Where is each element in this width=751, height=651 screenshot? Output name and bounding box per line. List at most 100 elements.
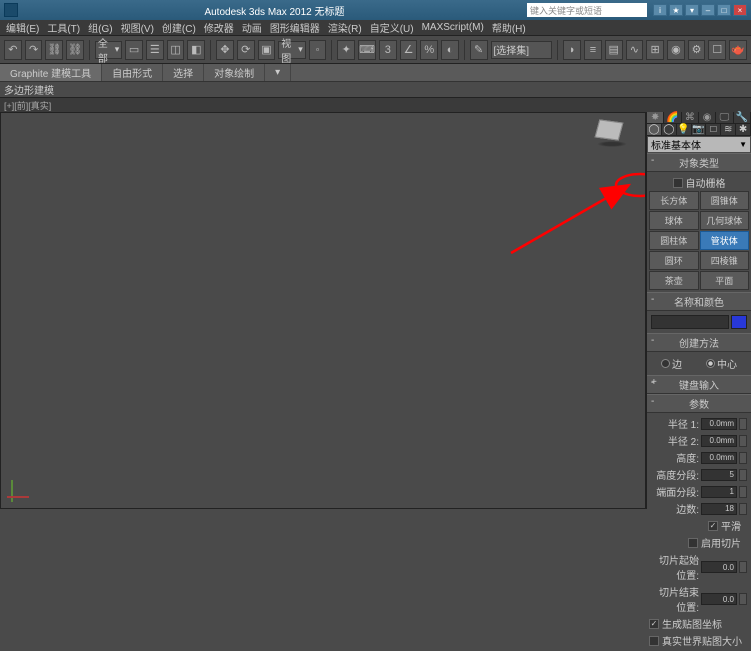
menu-modifiers[interactable]: 修改器 — [202, 20, 236, 35]
render-frame-button[interactable]: ☐ — [708, 40, 726, 60]
btn-torus[interactable]: 圆环 — [649, 251, 699, 270]
autogrid-checkbox[interactable] — [673, 178, 683, 188]
chk-slice[interactable] — [688, 538, 698, 548]
curve-editor-button[interactable]: ∿ — [626, 40, 644, 60]
ribbon-tab-paint[interactable]: 对象绘制 — [204, 64, 265, 81]
angle-snap-button[interactable]: ∠ — [400, 40, 418, 60]
cameras-subtab-icon[interactable]: 📷 — [692, 124, 707, 135]
subribbon-label[interactable]: 多边形建模 — [4, 82, 54, 97]
star-icon[interactable]: ★ — [669, 4, 683, 16]
select-object-button[interactable]: ▭ — [125, 40, 143, 60]
ribbon-tab-freeform[interactable]: 自由形式 — [102, 64, 163, 81]
menu-tools[interactable]: 工具(T) — [45, 20, 82, 35]
ribbon-tab-selection[interactable]: 选择 — [163, 64, 204, 81]
menu-help[interactable]: 帮助(H) — [490, 20, 528, 35]
close-button[interactable]: × — [733, 4, 747, 16]
menu-rendering[interactable]: 渲染(R) — [326, 20, 364, 35]
menu-group[interactable]: 组(G) — [86, 20, 114, 35]
keyboard-shortcut-button[interactable]: ⌨ — [358, 40, 376, 60]
signin-icon[interactable]: ▾ — [685, 4, 699, 16]
menu-views[interactable]: 视图(V) — [119, 20, 156, 35]
utilities-tab-icon[interactable]: 🔧 — [734, 112, 751, 123]
rotate-button[interactable]: ⟳ — [237, 40, 255, 60]
named-selection-dropdown[interactable]: [选择集] — [491, 41, 553, 59]
menu-graph-editors[interactable]: 图形编辑器 — [268, 20, 322, 35]
btn-geosphere[interactable]: 几何球体 — [700, 211, 750, 230]
ribbon-collapse-icon[interactable]: ▾ — [265, 64, 291, 81]
manipulate-button[interactable]: ✦ — [337, 40, 355, 60]
geometry-subtab-icon[interactable]: ◯ — [647, 124, 662, 135]
viewcube[interactable] — [597, 121, 627, 147]
help-search-input[interactable]: 键入关键字或短语 — [527, 3, 647, 17]
spinner-height[interactable]: 0.0mm — [701, 452, 737, 464]
btn-tube[interactable]: 管状体 — [700, 231, 750, 250]
lights-subtab-icon[interactable]: 💡 — [677, 124, 692, 135]
shapes-subtab-icon[interactable]: ◯ — [662, 124, 677, 135]
minimize-button[interactable]: – — [701, 4, 715, 16]
rollout-keyboard-entry[interactable]: +键盘输入 — [647, 375, 751, 394]
spinner-heightsegs[interactable]: 5 — [701, 469, 737, 481]
btn-cone[interactable]: 圆锥体 — [700, 191, 750, 210]
select-by-name-button[interactable]: ☰ — [146, 40, 164, 60]
spinner-capsegs[interactable]: 1 — [701, 486, 737, 498]
schematic-view-button[interactable]: ⊞ — [646, 40, 664, 60]
info-icon[interactable]: i — [653, 4, 667, 16]
helpers-subtab-icon[interactable]: □ — [706, 124, 721, 135]
viewport[interactable] — [0, 112, 646, 509]
spinner-radius2[interactable]: 0.0mm — [701, 435, 737, 447]
btn-plane[interactable]: 平面 — [700, 271, 750, 290]
move-button[interactable]: ✥ — [216, 40, 234, 60]
chk-mapcoords[interactable] — [649, 619, 659, 629]
btn-sphere[interactable]: 球体 — [649, 211, 699, 230]
app-icon[interactable] — [4, 3, 18, 17]
menu-customize[interactable]: 自定义(U) — [368, 20, 416, 35]
btn-box[interactable]: 长方体 — [649, 191, 699, 210]
chk-smooth[interactable] — [708, 521, 718, 531]
redo-button[interactable]: ↷ — [25, 40, 43, 60]
select-region-button[interactable]: ◫ — [167, 40, 185, 60]
menu-animation[interactable]: 动画 — [240, 20, 264, 35]
ref-coord-dropdown[interactable]: 视图 ▾ — [278, 41, 305, 59]
radio-center[interactable] — [706, 359, 715, 368]
ribbon-tab-graphite[interactable]: Graphite 建模工具 — [0, 64, 102, 81]
radio-edge[interactable] — [661, 359, 670, 368]
spinner-sliceto[interactable]: 0.0 — [701, 593, 737, 605]
rollout-name-color[interactable]: 名称和颜色 — [647, 292, 751, 311]
scale-button[interactable]: ▣ — [258, 40, 276, 60]
btn-pyramid[interactable]: 四棱锥 — [700, 251, 750, 270]
hierarchy-tab-icon[interactable]: ⌘ — [682, 112, 699, 123]
link-button[interactable]: ⛓ — [45, 40, 63, 60]
viewport-label[interactable]: [+][前][真实] — [0, 98, 751, 112]
mirror-button[interactable]: ◗ — [563, 40, 581, 60]
spinner-height-arrows[interactable] — [739, 452, 747, 464]
create-tab-icon[interactable]: ✸ — [647, 112, 664, 123]
spacewarps-subtab-icon[interactable]: ≋ — [721, 124, 736, 135]
btn-teapot[interactable]: 茶壶 — [649, 271, 699, 290]
object-color-swatch[interactable] — [731, 315, 747, 329]
undo-button[interactable]: ↶ — [4, 40, 22, 60]
chk-realworld[interactable] — [649, 636, 659, 646]
motion-tab-icon[interactable]: ◉ — [699, 112, 716, 123]
percent-snap-button[interactable]: % — [420, 40, 438, 60]
named-selection-edit-button[interactable]: ✎ — [470, 40, 488, 60]
category-dropdown[interactable]: 标准基本体▼ — [648, 137, 750, 152]
window-crossing-button[interactable]: ◧ — [187, 40, 205, 60]
object-name-input[interactable] — [651, 315, 729, 329]
snap-toggle-button[interactable]: 3 — [379, 40, 397, 60]
layers-button[interactable]: ▤ — [605, 40, 623, 60]
rollout-params[interactable]: 参数 — [647, 394, 751, 413]
selection-filter-dropdown[interactable]: 全部 ▾ — [95, 41, 122, 59]
btn-cylinder[interactable]: 圆柱体 — [649, 231, 699, 250]
menu-create[interactable]: 创建(C) — [160, 20, 198, 35]
maximize-button[interactable]: □ — [717, 4, 731, 16]
rollout-object-type[interactable]: 对象类型 — [647, 153, 751, 172]
render-setup-button[interactable]: ⚙ — [688, 40, 706, 60]
systems-subtab-icon[interactable]: ✱ — [736, 124, 751, 135]
spinner-radius1-arrows[interactable] — [739, 418, 747, 430]
spinner-snap-button[interactable]: ◐ — [441, 40, 459, 60]
spinner-radius1[interactable]: 0.0mm — [701, 418, 737, 430]
spinner-heightsegs-arrows[interactable] — [739, 469, 747, 481]
render-button[interactable]: 🫖 — [729, 40, 747, 60]
display-tab-icon[interactable]: 🖵 — [716, 112, 733, 123]
menu-maxscript[interactable]: MAXScript(M) — [420, 22, 486, 33]
